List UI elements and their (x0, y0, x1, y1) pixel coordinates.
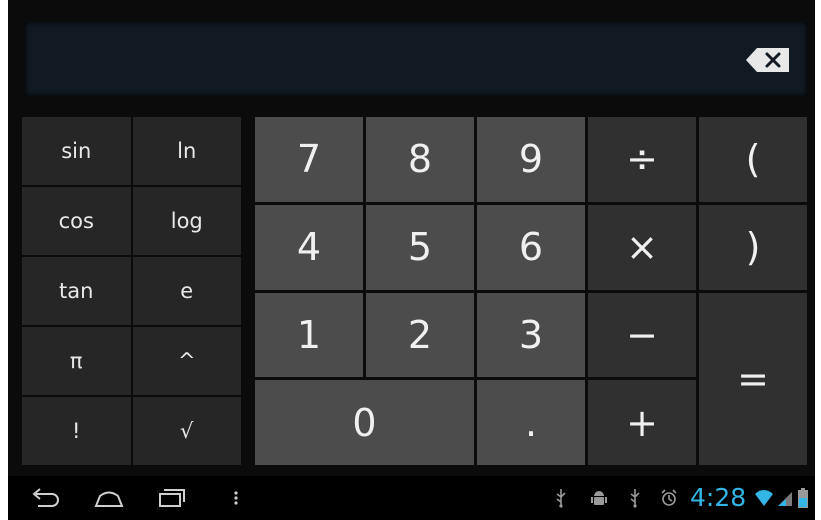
multiply-button[interactable]: × (588, 204, 696, 290)
log-button[interactable]: log (132, 187, 241, 255)
equals-button[interactable]: = (699, 292, 807, 465)
clock-text: 4:28 (690, 483, 747, 512)
backspace-icon (746, 48, 789, 72)
open-paren-button[interactable]: ( (699, 117, 807, 202)
back-icon (32, 488, 59, 507)
battery-icon (798, 488, 808, 508)
menu-icon (234, 491, 238, 505)
divide-button[interactable]: ÷ (588, 117, 696, 202)
tan-button[interactable]: tan (22, 257, 131, 325)
digit-9-button[interactable]: 9 (477, 117, 585, 202)
digit-1-button[interactable]: 1 (255, 292, 363, 378)
digit-5-button[interactable]: 5 (366, 204, 474, 290)
pi-button[interactable]: π (22, 327, 131, 395)
digit-4-button[interactable]: 4 (255, 204, 363, 290)
decimal-point-button[interactable]: . (477, 380, 585, 465)
factorial-button[interactable]: ! (22, 397, 131, 465)
home-button[interactable] (92, 486, 126, 510)
scientific-panel: sin ln cos log tan e π ^ ! √ (22, 117, 241, 465)
keypad: 7 8 9 ÷ ( 4 5 6 × ) 1 2 3 − = 0 . + (255, 117, 807, 465)
recent-apps-icon (159, 489, 185, 507)
home-icon (94, 491, 124, 507)
usb-icon (630, 489, 640, 508)
wifi-icon (755, 490, 773, 506)
close-paren-button[interactable]: ) (699, 204, 807, 290)
backspace-button[interactable] (745, 46, 791, 74)
digit-0-button[interactable]: 0 (255, 380, 474, 465)
usb-icon (556, 489, 566, 508)
recent-apps-button[interactable] (154, 486, 188, 510)
digit-3-button[interactable]: 3 (477, 292, 585, 378)
sin-button[interactable]: sin (22, 117, 131, 185)
result-display[interactable] (25, 22, 807, 96)
alarm-icon (661, 489, 677, 506)
cos-button[interactable]: cos (22, 187, 131, 255)
digit-8-button[interactable]: 8 (366, 117, 474, 202)
signal-icon (778, 492, 792, 506)
digit-7-button[interactable]: 7 (255, 117, 363, 202)
back-button[interactable] (28, 486, 62, 510)
calculator-screen: sin ln cos log tan e π ^ ! √ 7 8 9 ÷ ( 4… (8, 0, 815, 520)
menu-button[interactable] (226, 486, 246, 510)
minus-button[interactable]: − (588, 292, 696, 378)
e-button[interactable]: e (132, 257, 241, 325)
digit-2-button[interactable]: 2 (366, 292, 474, 378)
digit-6-button[interactable]: 6 (477, 204, 585, 290)
ln-button[interactable]: ln (132, 117, 241, 185)
android-debug-icon (591, 491, 607, 505)
plus-button[interactable]: + (588, 380, 696, 465)
sqrt-button[interactable]: √ (132, 397, 241, 465)
power-button[interactable]: ^ (132, 327, 241, 395)
system-navigation-bar: 4:28 (8, 476, 815, 520)
